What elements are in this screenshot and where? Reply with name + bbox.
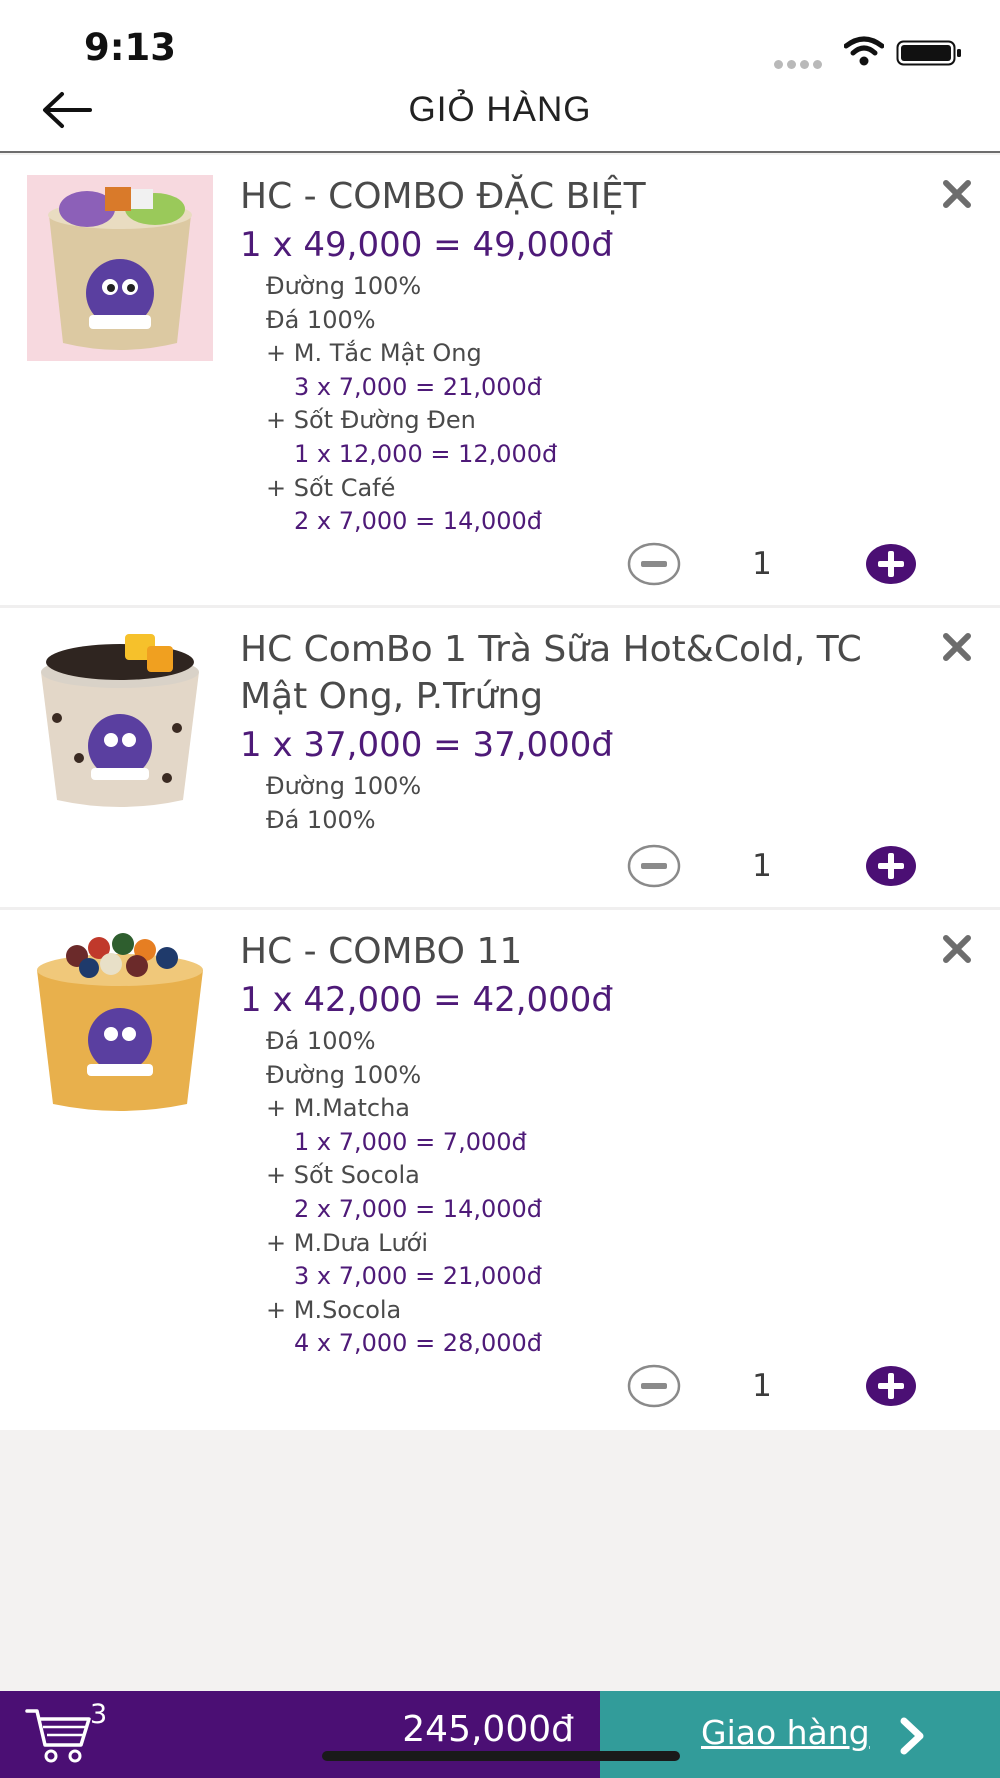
chevron-right-icon [900, 1717, 924, 1755]
minus-circle-icon[interactable] [627, 1363, 681, 1409]
product-image [27, 628, 213, 814]
checkout-bar: 3 245,000đ Giao hàng [0, 1691, 1000, 1778]
page-title: GIỎ HÀNG [408, 90, 592, 129]
close-icon[interactable] [940, 630, 974, 664]
battery-icon [896, 40, 961, 66]
plus-circle-icon[interactable] [865, 1363, 917, 1409]
item-price: 1 x 42,000 = 42,000đ [240, 980, 613, 1020]
topping-price: 2 x 7,000 = 14,000đ [294, 1194, 543, 1223]
plus-circle-icon[interactable] [865, 541, 917, 587]
status-bar: 9:13 [0, 0, 1000, 90]
topping-name: + Sốt Đường Đen [266, 406, 476, 435]
topping-price: 3 x 7,000 = 21,000đ [294, 372, 543, 401]
quantity-stepper: 1 [627, 843, 917, 889]
cart-icon[interactable] [25, 1705, 95, 1765]
quantity-stepper: 1 [627, 1363, 917, 1409]
item-name: HC ComBo 1 Trà Sữa Hot&Cold, TC Mật Ong,… [240, 629, 862, 717]
item-name: HC - COMBO 11 [240, 931, 523, 972]
close-icon[interactable] [940, 932, 974, 966]
product-image [27, 930, 213, 1116]
item-option: Đá 100% [266, 805, 376, 834]
cart-item: HC - COMBO 11 1 x 42,000 = 42,000đ Đá 10… [0, 910, 1000, 1430]
topping-name: + Sốt Socola [266, 1161, 420, 1190]
item-option: Đường 100% [266, 772, 422, 800]
close-icon[interactable] [940, 177, 974, 211]
cart-item: HC - COMBO ĐẶC BIỆT 1 x 49,000 = 49,000đ… [0, 155, 1000, 608]
item-price: 1 x 37,000 = 37,000đ [240, 725, 613, 765]
item-details: HC - COMBO ĐẶC BIỆT 1 x 49,000 = 49,000đ… [240, 173, 920, 539]
home-indicator [322, 1751, 680, 1761]
item-option: Đá 100% [266, 1027, 376, 1055]
wifi-icon [844, 36, 884, 66]
checkout-button[interactable]: Giao hàng [600, 1691, 1000, 1778]
item-details: HC - COMBO 11 1 x 42,000 = 42,000đ Đá 10… [240, 928, 920, 1361]
quantity-value: 1 [752, 848, 772, 884]
topping-price: 2 x 7,000 = 14,000đ [294, 507, 543, 536]
topping-name: + M.Matcha [266, 1094, 411, 1123]
topping-price: 4 x 7,000 = 28,000đ [294, 1329, 543, 1358]
quantity-value: 1 [752, 546, 772, 582]
product-image [27, 175, 213, 361]
topping-price: 3 x 7,000 = 21,000đ [294, 1262, 543, 1291]
cart-item: HC ComBo 1 Trà Sữa Hot&Cold, TC Mật Ong,… [0, 608, 1000, 910]
plus-circle-icon[interactable] [865, 843, 917, 889]
order-total: 245,000đ [402, 1709, 574, 1750]
item-option: Đá 100% [266, 305, 376, 334]
cart-list: HC - COMBO ĐẶC BIỆT 1 x 49,000 = 49,000đ… [0, 155, 1000, 1430]
status-time: 9:13 [84, 26, 177, 69]
quantity-stepper: 1 [627, 541, 917, 587]
item-option: Đường 100% [266, 272, 422, 300]
topping-name: + M. Tắc Mật Ong [266, 339, 482, 368]
minus-circle-icon[interactable] [627, 843, 681, 889]
topping-name: + M.Dưa Lưới [266, 1228, 429, 1257]
cart-count-badge: 3 [90, 1699, 108, 1730]
quantity-value: 1 [752, 1368, 772, 1404]
topping-price: 1 x 7,000 = 7,000đ [294, 1127, 527, 1156]
topping-name: + M.Socola [266, 1295, 402, 1324]
item-name: HC - COMBO ĐẶC BIỆT [240, 176, 646, 217]
signal-icon [774, 54, 826, 73]
checkout-label: Giao hàng [701, 1713, 870, 1752]
header: GIỎ HÀNG [0, 90, 1000, 153]
item-details: HC ComBo 1 Trà Sữa Hot&Cold, TC Mật Ong,… [240, 626, 920, 837]
minus-circle-icon[interactable] [627, 541, 681, 587]
cart-summary[interactable]: 3 245,000đ [0, 1691, 600, 1778]
item-price: 1 x 49,000 = 49,000đ [240, 225, 613, 265]
topping-name: + Sốt Café [266, 473, 396, 502]
topping-price: 1 x 12,000 = 12,000đ [294, 439, 558, 468]
item-option: Đường 100% [266, 1060, 422, 1089]
status-icons [774, 36, 964, 69]
